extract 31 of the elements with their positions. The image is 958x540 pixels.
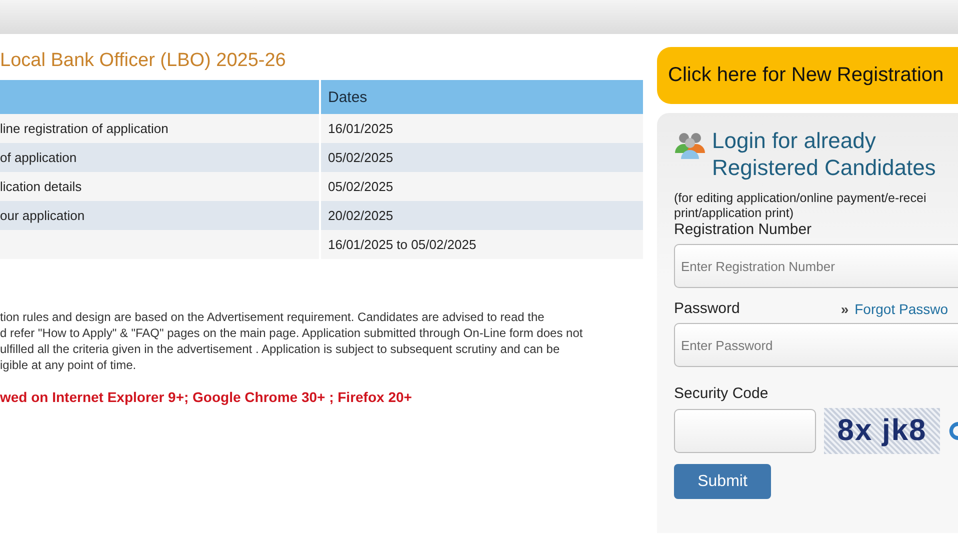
security-code-field[interactable]: [674, 409, 816, 453]
note-text: tion rules and design are based on the Advertisement requirement. Candidates are advised to read the: [0, 309, 546, 325]
table-cell: 16/01/2025 to 05/02/2025: [320, 230, 644, 259]
login-heading: Registered Candidates: [712, 154, 936, 181]
registration-field[interactable]: Enter Registration Number: [674, 244, 958, 288]
note-text: igible at any point of time.: [0, 357, 138, 373]
login-subtitle: print/application print): [674, 206, 795, 221]
page-title: Local Bank Officer (LBO) 2025-26: [0, 50, 287, 72]
login-subtitle: (for editing application/online payment/e-recei: [674, 191, 928, 206]
table-cell: 16/01/2025: [320, 114, 644, 143]
table-cell: 05/02/2025: [320, 172, 644, 201]
table-cell: of application: [0, 143, 320, 172]
submit-button[interactable]: Submit: [674, 464, 771, 499]
new-registration-button[interactable]: Click here for New Registration: [657, 47, 958, 104]
field-label: Registration Number: [674, 221, 813, 238]
table-cell: our application: [0, 201, 320, 230]
field-label: Password: [674, 300, 740, 317]
table-cell: line registration of application: [0, 114, 320, 143]
column-header: Dates: [320, 80, 644, 114]
password-field[interactable]: Enter Password: [674, 323, 958, 367]
browser-note: wed on Internet Explorer 9+; Google Chrome 30+ ; Firefox 20+: [0, 389, 413, 405]
field-label: Security Code: [674, 385, 770, 402]
note-text: ulfilled all the criteria given in the advertisement . Application is subject to subsequent scrutiny and can be: [0, 341, 561, 357]
note-text: d refer "How to Apply" & "FAQ" pages on the main page. Application submitted through On-Line form does not: [0, 325, 584, 341]
table-cell: 20/02/2025: [320, 201, 644, 230]
table-cell: lication details: [0, 172, 320, 201]
forgot-password-link[interactable]: » Forgot Passwo: [840, 300, 948, 316]
captcha-image: 8x jk8: [824, 408, 940, 454]
login-heading: Login for already: [712, 127, 877, 154]
users-icon: [674, 131, 706, 159]
table-cell: 05/02/2025: [320, 143, 644, 172]
